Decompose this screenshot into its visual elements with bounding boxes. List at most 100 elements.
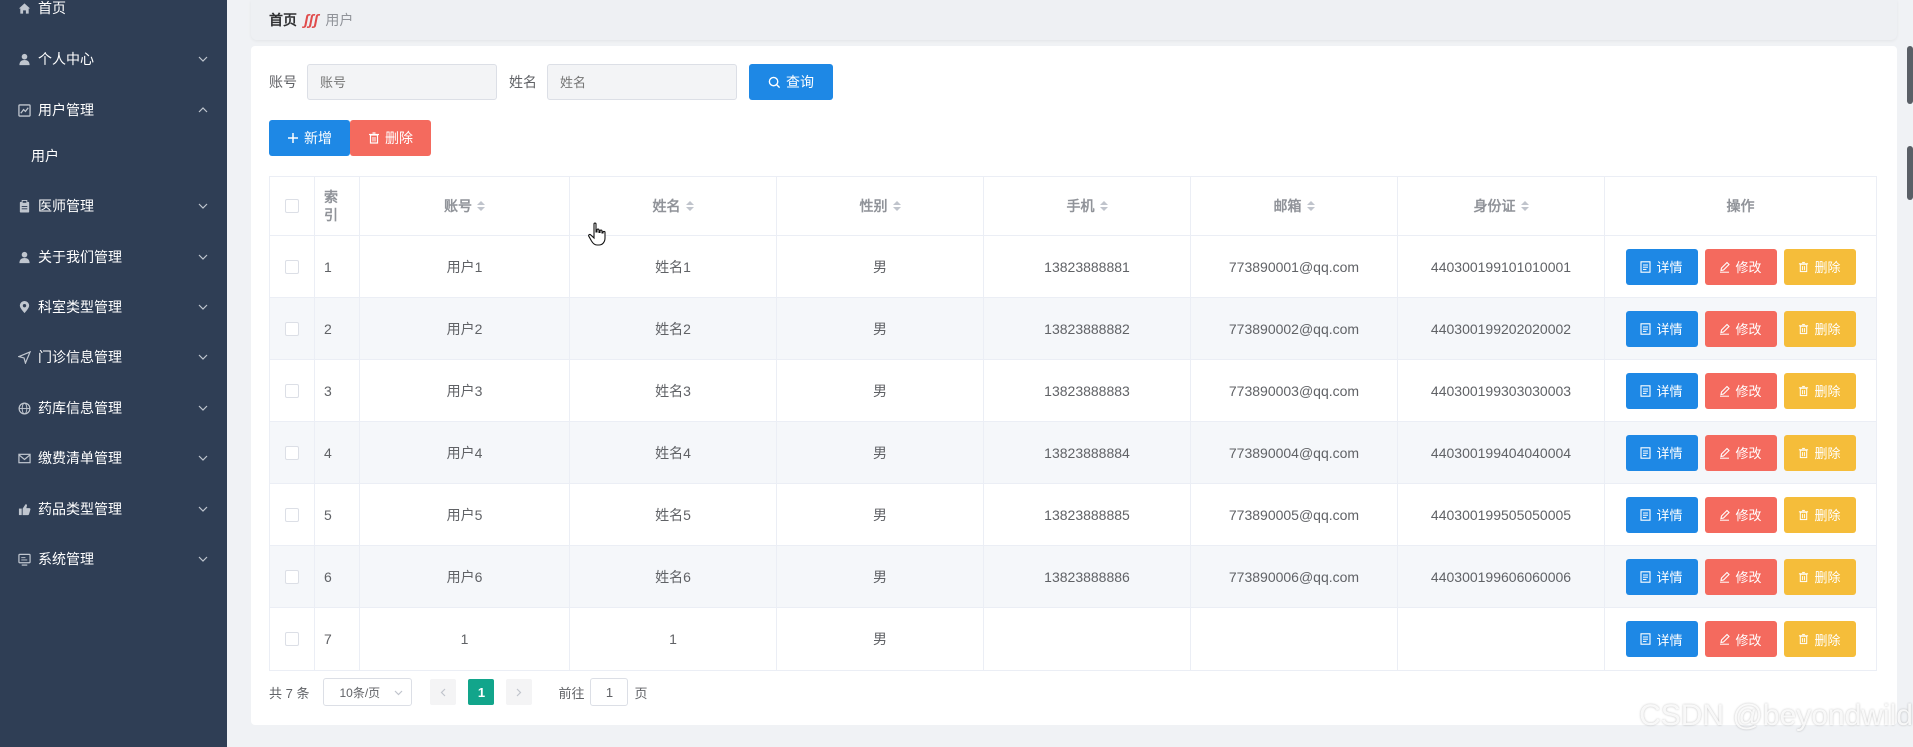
cell-email: 773890004@qq.com	[1191, 422, 1398, 483]
goto-prefix: 前往	[558, 685, 585, 701]
delete-button[interactable]: 删除	[1783, 558, 1856, 595]
trash-icon	[1798, 323, 1809, 335]
goto-suffix: 页	[634, 685, 648, 701]
table-row: 2 用户2 姓名2 男 13823888882 773890002@qq.com 44030…	[270, 298, 1876, 360]
trash-icon	[1798, 571, 1809, 583]
sidebar-item-4[interactable]: 关于我们管理	[0, 235, 227, 279]
sort-icon[interactable]	[1520, 200, 1529, 212]
cell-operations: 详情 修改 删除	[1605, 484, 1876, 545]
header-id-card[interactable]: 身份证	[1398, 177, 1605, 235]
row-checkbox[interactable]	[285, 259, 299, 274]
chevron-down-icon	[198, 554, 208, 564]
row-checkbox-cell	[270, 546, 315, 607]
delete-label: 删除	[1814, 508, 1841, 523]
edit-button[interactable]: 修改	[1704, 558, 1777, 595]
sidebar-item-2[interactable]: 用户管理	[0, 88, 227, 132]
add-button[interactable]: 新增	[269, 120, 350, 156]
delete-button[interactable]: 删除	[1783, 372, 1856, 409]
sidebar-item-label: 系统管理	[38, 551, 94, 567]
edit-button[interactable]: 修改	[1704, 434, 1777, 471]
cell-account: 用户3	[360, 360, 570, 421]
detail-button[interactable]: 详情	[1625, 621, 1698, 657]
delete-button[interactable]: 删除	[1783, 248, 1856, 285]
edit-button[interactable]: 修改	[1704, 621, 1777, 657]
row-checkbox[interactable]	[285, 383, 299, 398]
cell-email	[1191, 608, 1398, 670]
header-phone[interactable]: 手机	[984, 177, 1191, 235]
row-checkbox[interactable]	[285, 569, 299, 584]
page-size-select[interactable]: 10条/页	[323, 678, 413, 706]
row-checkbox[interactable]	[285, 321, 299, 336]
next-page-button[interactable]	[506, 679, 533, 705]
edit-button[interactable]: 修改	[1704, 496, 1777, 533]
sidebar-subitem-user[interactable]: 用户	[0, 134, 227, 178]
batch-delete-button[interactable]: 删除	[350, 120, 431, 156]
delete-button[interactable]: 删除	[1783, 434, 1856, 471]
document-icon	[1640, 570, 1652, 583]
globe-icon	[17, 401, 31, 415]
edit-button[interactable]: 修改	[1704, 310, 1777, 347]
sort-icon[interactable]	[685, 200, 694, 212]
edit-button[interactable]: 修改	[1704, 248, 1777, 285]
name-search-input[interactable]	[547, 64, 737, 100]
detail-button[interactable]: 详情	[1625, 434, 1698, 471]
sidebar-item-3[interactable]: 医师管理	[0, 184, 227, 228]
chart-icon	[17, 103, 31, 117]
detail-button[interactable]: 详情	[1625, 310, 1698, 347]
cell-index: 1	[315, 236, 360, 297]
breadcrumb-home[interactable]: 首页	[269, 10, 297, 30]
goto-page-input[interactable]	[590, 678, 629, 706]
header-gender[interactable]: 性别	[777, 177, 984, 235]
sort-icon[interactable]	[892, 200, 901, 212]
sort-icon[interactable]	[1306, 200, 1315, 212]
sidebar-item-label: 医师管理	[38, 198, 94, 214]
row-checkbox[interactable]	[285, 632, 299, 646]
select-all-checkbox[interactable]	[285, 199, 299, 213]
edit-button[interactable]: 修改	[1704, 372, 1777, 409]
delete-button[interactable]: 删除	[1783, 496, 1856, 533]
cell-name: 姓名3	[570, 360, 777, 421]
breadcrumb-current: 用户	[325, 12, 354, 28]
account-search-input[interactable]	[307, 64, 497, 100]
sidebar-item-10[interactable]: 系统管理	[0, 537, 227, 581]
sort-icon[interactable]	[1099, 200, 1108, 212]
cell-gender: 男	[777, 608, 984, 670]
delete-label: 删除	[1814, 570, 1841, 585]
scrollbar-thumb[interactable]	[1907, 146, 1913, 200]
delete-button[interactable]: 删除	[1783, 621, 1856, 657]
row-checkbox[interactable]	[285, 507, 299, 522]
prev-page-button[interactable]	[430, 679, 457, 705]
cell-name: 姓名5	[570, 484, 777, 545]
sidebar-item-5[interactable]: 科室类型管理	[0, 285, 227, 329]
header-id-card-label: 身份证	[1473, 198, 1516, 214]
header-gender-label: 性别	[859, 198, 888, 214]
sidebar-item-7[interactable]: 药库信息管理	[0, 386, 227, 430]
sort-icon[interactable]	[477, 200, 485, 212]
add-label: 新增	[304, 130, 332, 146]
page-number-active[interactable]: 1	[468, 679, 495, 705]
cell-account: 1	[360, 608, 570, 670]
query-button[interactable]: 查询	[749, 64, 833, 100]
cell-id-card	[1398, 608, 1605, 670]
row-checkbox[interactable]	[285, 445, 299, 460]
delete-button[interactable]: 删除	[1783, 310, 1856, 347]
user-icon	[17, 250, 31, 264]
sidebar-item-8[interactable]: 缴费清单管理	[0, 436, 227, 480]
document-icon	[1640, 384, 1652, 397]
header-account[interactable]: 账号	[360, 177, 570, 235]
sidebar: 首页个人中心用户管理医师管理关于我们管理 科室类型管理 门诊信息管理 药库信息管理 缴费…	[0, 0, 227, 747]
detail-button[interactable]: 详情	[1625, 248, 1698, 285]
header-email[interactable]: 邮箱	[1191, 177, 1398, 235]
edit-label: 修改	[1735, 508, 1762, 523]
header-account-label: 账号	[444, 198, 472, 214]
edit-label: 修改	[1735, 446, 1762, 461]
sidebar-item-0[interactable]: 首页	[0, 0, 227, 30]
detail-button[interactable]: 详情	[1625, 372, 1698, 409]
chevron-down-icon	[198, 252, 208, 262]
sidebar-item-9[interactable]: 药品类型管理	[0, 487, 227, 531]
scrollbar-thumb-top[interactable]	[1907, 46, 1913, 104]
detail-button[interactable]: 详情	[1625, 496, 1698, 533]
sidebar-item-6[interactable]: 门诊信息管理	[0, 335, 227, 379]
sidebar-item-1[interactable]: 个人中心	[0, 37, 227, 81]
detail-button[interactable]: 详情	[1625, 558, 1698, 595]
